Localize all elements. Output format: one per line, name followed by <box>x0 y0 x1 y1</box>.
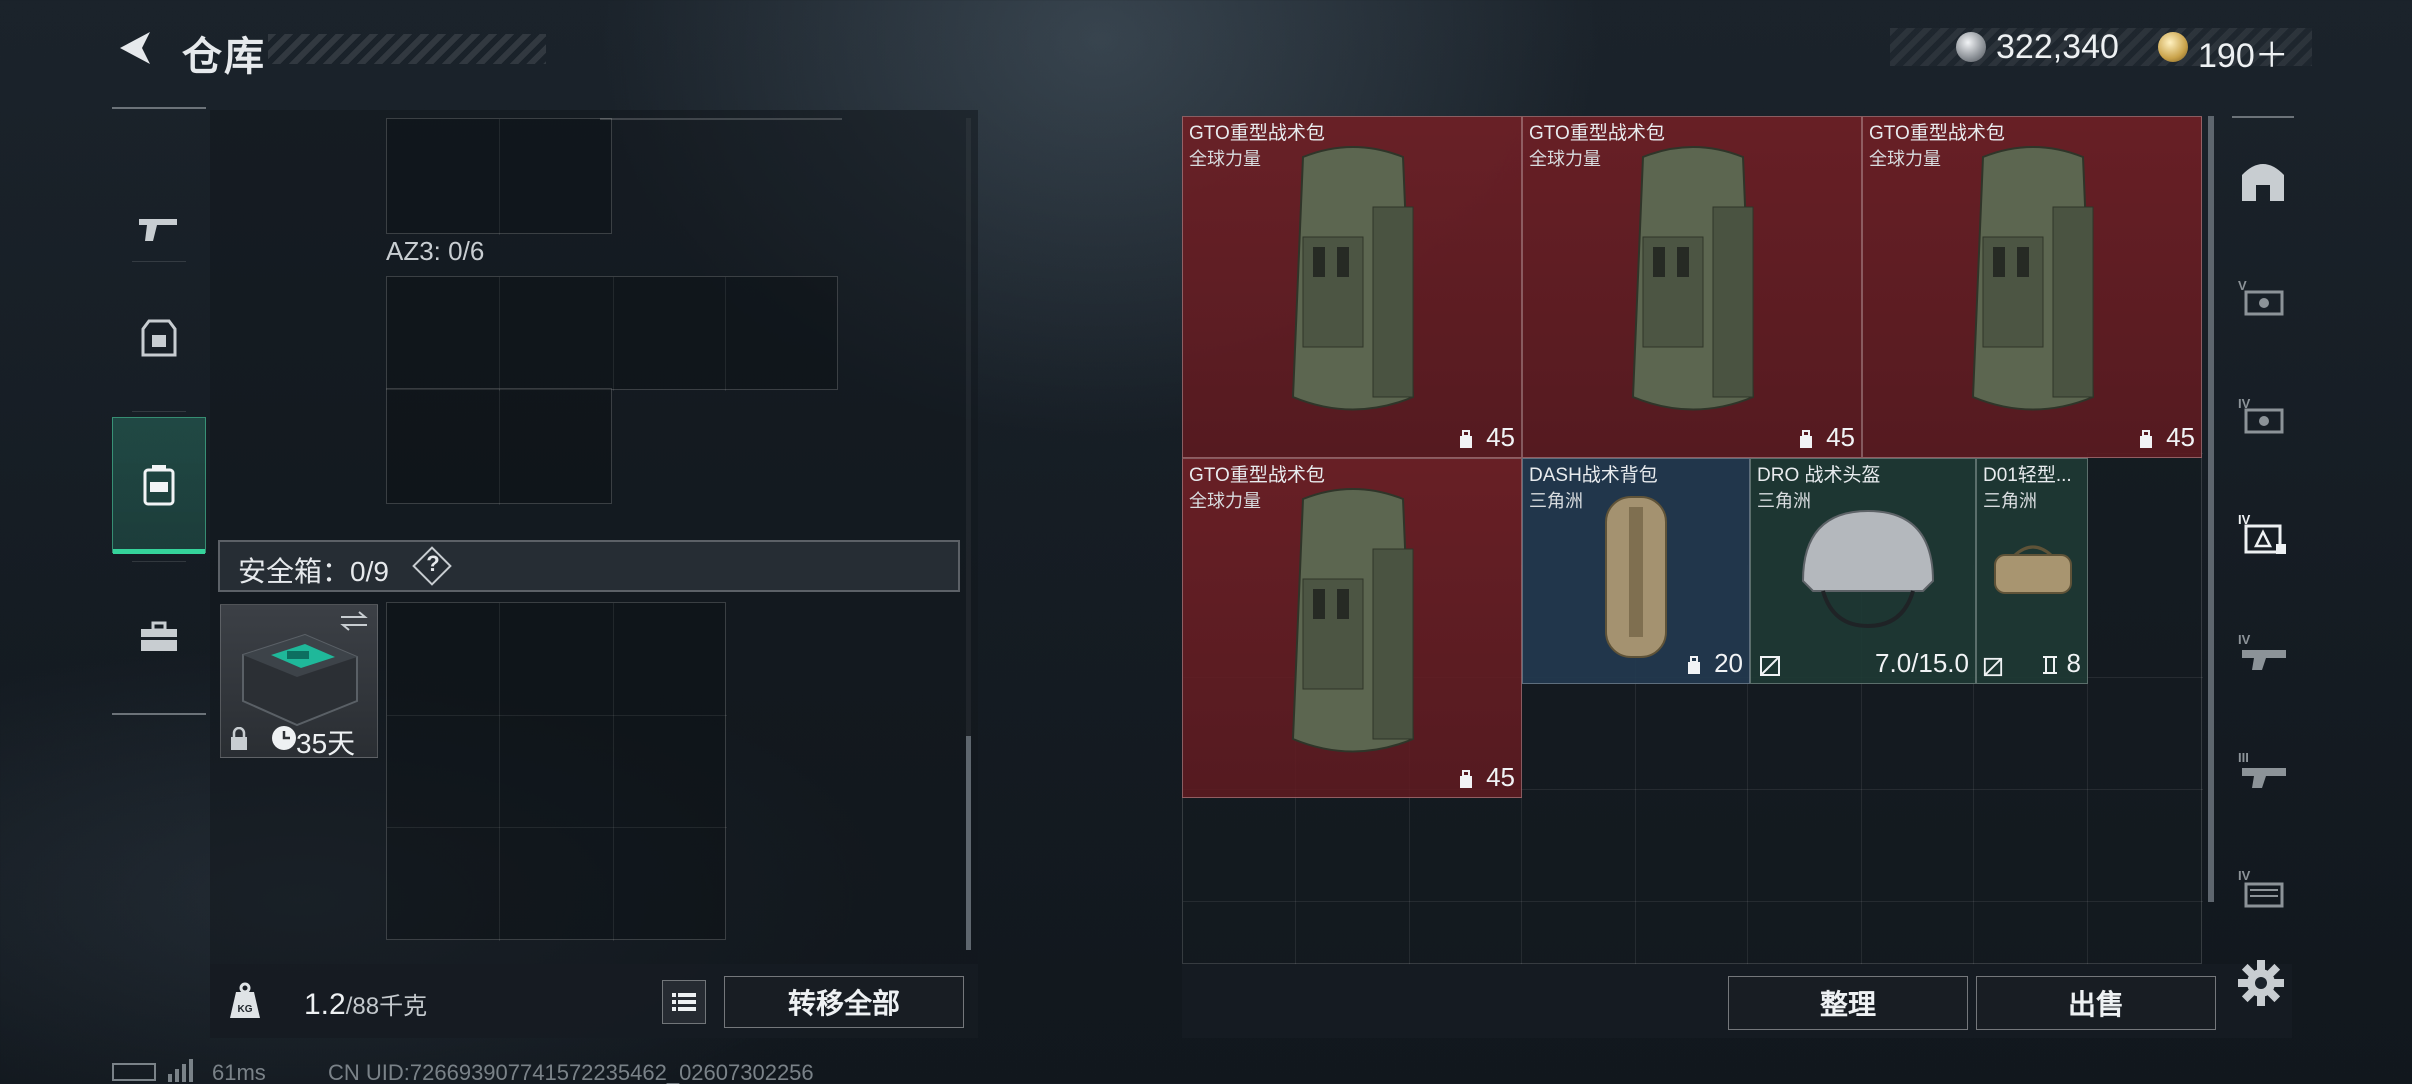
stash-item[interactable]: DRO 战术头盔 三角洲 7.0/15.0 <box>1750 458 1976 684</box>
weight-value: 1.2 <box>304 988 346 1021</box>
item-slots: 8 <box>2066 648 2081 678</box>
swap-icon[interactable] <box>339 611 369 631</box>
transfer-all-button[interactable]: 转移全部 <box>724 976 964 1028</box>
durability-icon <box>1983 657 2003 677</box>
title-decoration <box>268 34 546 64</box>
tier-iv-box-icon: IV <box>2238 868 2284 908</box>
weight-icon: KG <box>230 982 260 1018</box>
item-name: DRO 战术头盔 <box>1757 465 1881 486</box>
left-tab-bar <box>112 107 206 715</box>
settings-gear-icon[interactable] <box>2236 958 2286 1008</box>
vault-icon <box>2242 164 2284 201</box>
capacity-icon <box>2140 430 2152 448</box>
currency-gold[interactable]: 190＋ <box>2198 28 2289 77</box>
item-capacity: 45 <box>2166 422 2195 452</box>
backpack-icon <box>143 465 175 506</box>
item-name: DASH战术背包 <box>1529 465 1658 486</box>
container-grid-top[interactable] <box>386 118 612 235</box>
clock-icon <box>272 726 296 750</box>
tab-tier-iv-weapon[interactable]: IV <box>2232 622 2294 682</box>
item-capacity: 20 <box>1714 648 1743 678</box>
helmet-image <box>1801 509 1935 629</box>
item-durability: 7.0/15.0 <box>1875 648 1969 678</box>
durability-icon <box>1760 656 1780 676</box>
item-faction: 三角洲 <box>1529 491 1583 511</box>
capacity-icon <box>1460 770 1472 788</box>
backpack-image <box>1291 146 1415 411</box>
stash-scrollbar[interactable] <box>2208 116 2214 902</box>
capacity-icon <box>1460 430 1472 448</box>
pistol-icon <box>139 219 177 241</box>
safebox-duration: 35天 <box>296 728 356 759</box>
stash-item[interactable]: GTO重型战术包 全球力量 45 <box>1182 116 1522 458</box>
page-title: 仓库 <box>182 35 266 79</box>
svg-text:KG: KG <box>238 1004 253 1015</box>
briefcase-icon <box>141 621 177 651</box>
tier-v-icon: V <box>2238 278 2284 316</box>
right-tab-bar: V IV IV IV III IV <box>2232 116 2294 926</box>
battery-icon <box>112 1063 156 1081</box>
duffel-bag-image <box>1605 496 1667 658</box>
capacity-icon <box>1688 656 1700 674</box>
safebox-label: 安全箱：0/9 <box>238 556 389 587</box>
ping-text: 61ms <box>212 1060 266 1084</box>
silver-coin-icon <box>1956 32 1986 62</box>
sort-button[interactable]: 整理 <box>1728 976 1968 1030</box>
stash-item[interactable]: GTO重型战术包 全球力量 45 <box>1862 116 2202 458</box>
backpack-image <box>1291 488 1415 753</box>
backpack-image <box>1971 146 2095 411</box>
tab-backpack[interactable] <box>112 417 206 554</box>
tier-iv-gun-icon: IV <box>2238 632 2286 670</box>
item-capacity: 45 <box>1826 422 1855 452</box>
tab-tier-iv-box[interactable]: IV <box>2232 858 2294 918</box>
sell-button[interactable]: 出售 <box>1976 976 2216 1030</box>
az-slot-label: AZ3: 0/6 <box>386 236 485 266</box>
backpack-image <box>1631 146 1755 411</box>
currency-silver: 322,340 <box>1996 28 2119 66</box>
list-view-button[interactable] <box>662 980 706 1024</box>
item-capacity: 45 <box>1486 762 1515 792</box>
gold-coin-icon <box>2158 32 2188 62</box>
tab-armor[interactable] <box>112 269 206 409</box>
stash-item[interactable]: DASH战术背包 三角洲 20 <box>1522 458 1750 684</box>
slots-icon <box>2043 656 2057 674</box>
az-grid-row2[interactable] <box>386 388 612 505</box>
stash-item[interactable]: D01轻型... 三角洲 8 <box>1976 458 2088 684</box>
tab-case[interactable] <box>112 567 206 707</box>
back-arrow-icon[interactable] <box>112 26 156 70</box>
item-faction: 全球力量 <box>1869 149 1941 169</box>
item-faction: 全球力量 <box>1189 491 1261 511</box>
tab-tier-iv-selected[interactable]: IV <box>2232 504 2294 564</box>
tab-tier-iv[interactable]: IV <box>2232 386 2294 446</box>
tab-vault[interactable] <box>2232 150 2294 210</box>
light-bag-image <box>1994 545 2072 594</box>
item-name: D01轻型... <box>1983 465 2072 486</box>
stash-item[interactable]: GTO重型战术包 全球力量 45 <box>1522 116 1862 458</box>
weight-capacity: /88千克 <box>345 993 428 1020</box>
tab-tier-iii-weapon[interactable]: III <box>2232 740 2294 800</box>
safebox-image <box>242 633 358 727</box>
item-faction: 全球力量 <box>1529 149 1601 169</box>
svg-text:III: III <box>2238 750 2249 765</box>
tier-iii-gun-icon: III <box>2238 750 2286 788</box>
tier-iv-icon: IV <box>2238 396 2284 434</box>
safebox-grid[interactable] <box>386 602 727 941</box>
weight-readout: 1.2/88千克 <box>304 986 427 1022</box>
stash-item[interactable]: GTO重型战术包 全球力量 45 <box>1182 458 1522 798</box>
item-faction: 全球力量 <box>1189 149 1261 169</box>
item-faction: 三角洲 <box>1983 491 2037 511</box>
scrollbar[interactable] <box>966 736 971 950</box>
signal-icon <box>168 1059 193 1082</box>
uid-text: CN UID:726693907741572235462_02607302256 <box>328 1060 814 1084</box>
list-icon <box>672 993 696 1011</box>
svg-text:IV: IV <box>2238 632 2251 647</box>
svg-text:IV: IV <box>2238 868 2251 883</box>
tab-tier-v[interactable]: V <box>2232 268 2294 328</box>
capacity-icon <box>1800 430 1812 448</box>
az-grid-row1[interactable] <box>386 276 838 391</box>
tier-iv-locked-icon: IV <box>2238 512 2286 554</box>
armor-icon <box>141 319 177 357</box>
lock-icon <box>231 727 247 750</box>
item-capacity: 45 <box>1486 422 1515 452</box>
